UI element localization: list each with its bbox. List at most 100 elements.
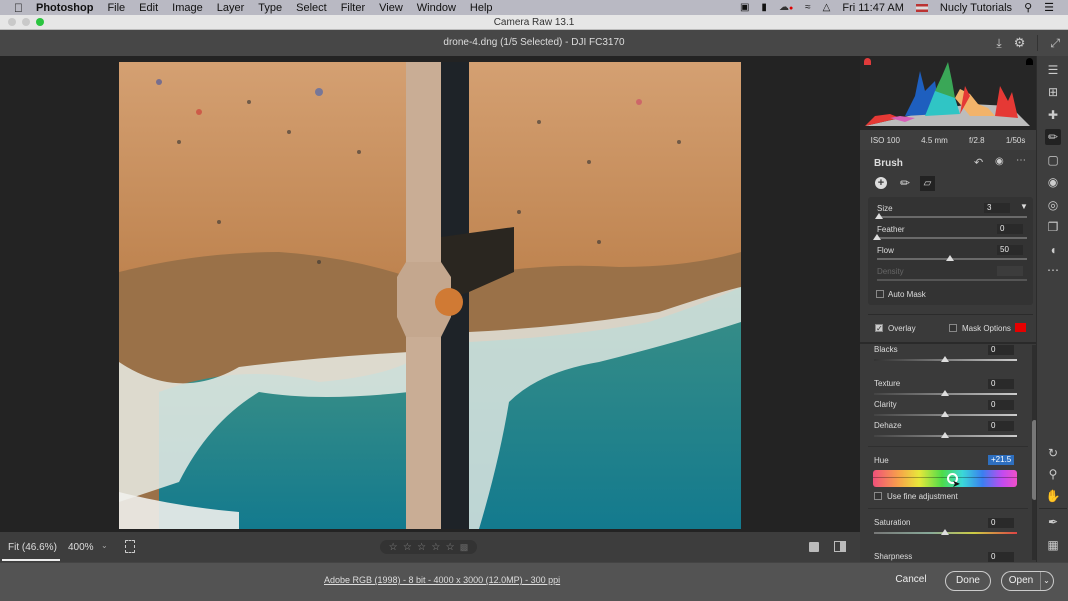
star-5-icon[interactable]: ☆ <box>446 542 455 553</box>
presets-icon[interactable]: ◖ <box>1045 242 1061 258</box>
window-title: Camera Raw 13.1 <box>493 17 575 28</box>
menu-type[interactable]: Type <box>258 2 282 14</box>
auto-mask-checkbox[interactable] <box>876 290 884 298</box>
crop-icon[interactable]: ⊞ <box>1045 84 1061 100</box>
zoom-icon[interactable]: ⚲ <box>1045 466 1061 482</box>
screen-record-icon[interactable]: ▣ <box>740 2 749 13</box>
menu-view[interactable]: View <box>379 2 403 14</box>
blacks-slider-thumb[interactable] <box>941 356 949 362</box>
feather-slider-thumb[interactable] <box>873 234 881 240</box>
eraser-mode-icon[interactable]: ▱ <box>920 176 935 191</box>
flag-icon[interactable] <box>915 3 928 12</box>
done-button[interactable]: Done <box>945 571 991 591</box>
snapshots-icon[interactable]: ❐ <box>1045 219 1061 235</box>
grid-icon[interactable]: ▦ <box>1045 537 1061 553</box>
wifi-icon[interactable]: ≈ <box>805 2 811 13</box>
fit-zoom-button[interactable]: Fit (46.6%) <box>8 542 57 553</box>
saturation-input[interactable]: 0 <box>988 518 1014 528</box>
texture-slider-thumb[interactable] <box>941 390 949 396</box>
minimize-window-button[interactable] <box>22 18 30 26</box>
overlay-checkbox[interactable]: ✓ <box>875 324 883 333</box>
rotate-icon[interactable]: ↻ <box>1045 445 1061 461</box>
hue-input[interactable]: +21.5 <box>988 455 1014 465</box>
saturation-slider-thumb[interactable] <box>941 529 949 535</box>
search-icon[interactable]: ⚲ <box>1024 1 1032 14</box>
add-brush-mode-icon[interactable]: + <box>875 177 887 189</box>
size-dropdown-icon[interactable]: ▼ <box>1020 202 1028 211</box>
zoom-400-button[interactable]: 400% <box>68 542 94 553</box>
menu-help[interactable]: Help <box>470 2 493 14</box>
menu-window[interactable]: Window <box>417 2 456 14</box>
flow-slider-thumb[interactable] <box>946 255 954 261</box>
menu-filter[interactable]: Filter <box>341 2 365 14</box>
image-canvas[interactable] <box>0 56 860 532</box>
user-name[interactable]: Nucly Tutorials <box>940 2 1012 14</box>
before-after-icon[interactable] <box>834 541 846 552</box>
list-icon[interactable]: ☰ <box>1044 1 1054 14</box>
fullscreen-icon[interactable]: ⤢ <box>1050 30 1060 56</box>
creative-cloud-icon[interactable]: ☁● <box>779 2 793 13</box>
brush-mode-icon[interactable]: ✏ <box>900 176 910 190</box>
feather-input[interactable]: 0 <box>997 224 1023 234</box>
clarity-input[interactable]: 0 <box>988 400 1014 410</box>
reset-icon[interactable]: ↶ <box>974 156 983 169</box>
star-4-icon[interactable]: ☆ <box>431 542 440 553</box>
star-1-icon[interactable]: ☆ <box>389 542 398 553</box>
open-options-button[interactable]: ⌄ <box>1040 571 1054 591</box>
photo-preview[interactable] <box>119 62 741 529</box>
menu-layer[interactable]: Layer <box>217 2 245 14</box>
heal-icon[interactable]: ✚ <box>1045 107 1061 123</box>
fine-adjustment-checkbox[interactable] <box>874 492 882 500</box>
menu-select[interactable]: Select <box>296 2 327 14</box>
mask-color-swatch[interactable] <box>1015 323 1026 332</box>
texture-input[interactable]: 0 <box>988 379 1014 389</box>
star-2-icon[interactable]: ☆ <box>403 542 412 553</box>
clock[interactable]: Fri 11:47 AM <box>842 2 904 14</box>
dialog-footer: Adobe RGB (1998) - 8 bit - 4000 x 3000 (… <box>0 562 1068 601</box>
size-slider[interactable] <box>877 216 1027 218</box>
menu-image[interactable]: Image <box>172 2 203 14</box>
menu-file[interactable]: File <box>107 2 125 14</box>
trash-icon[interactable]: ▩ <box>460 542 469 553</box>
hue-slider[interactable] <box>873 470 1017 487</box>
radial-filter-icon[interactable]: ◉ <box>1045 174 1061 190</box>
sharpness-input[interactable]: 0 <box>988 552 1014 562</box>
dehaze-input[interactable]: 0 <box>988 421 1014 431</box>
dehaze-slider-thumb[interactable] <box>941 432 949 438</box>
save-icon[interactable]: ⤓ <box>996 30 1001 56</box>
mask-options-checkbox[interactable] <box>949 324 957 332</box>
view-mode-icon[interactable] <box>809 542 819 552</box>
linear-gradient-icon[interactable]: ▢ <box>1045 152 1061 168</box>
settings-icon[interactable]: ⚙ <box>1014 30 1026 56</box>
edit-icon[interactable]: ☰ <box>1045 62 1061 78</box>
color-sampler-icon[interactable]: ✒ <box>1045 514 1061 530</box>
airplay-icon[interactable]: △ <box>823 2 831 13</box>
more-icon[interactable]: ⋯ <box>1016 155 1026 166</box>
menu-edit[interactable]: Edit <box>139 2 158 14</box>
brush-tool-icon[interactable]: ✏ <box>1045 129 1061 145</box>
flow-input[interactable]: 50 <box>997 245 1023 255</box>
visibility-icon[interactable]: ◉ <box>995 156 1004 167</box>
menu-app-name[interactable]: Photoshop <box>36 2 93 14</box>
red-eye-icon[interactable]: ◎ <box>1045 197 1061 213</box>
hand-icon[interactable]: ✋ <box>1045 488 1061 504</box>
tool-strip: ☰ ⊞ ✚ ✏ ▢ ◉ ◎ ❐ ◖ ⋯ ↻ ⚲ ✋ ✒ ▦ <box>1036 56 1068 562</box>
chevron-down-icon[interactable]: ⌄ <box>101 541 108 550</box>
more-tools-icon[interactable]: ⋯ <box>1045 262 1061 278</box>
open-button[interactable]: Open <box>1001 571 1041 591</box>
workflow-options-link[interactable]: Adobe RGB (1998) - 8 bit - 4000 x 3000 (… <box>324 575 560 585</box>
star-3-icon[interactable]: ☆ <box>417 542 426 553</box>
clarity-label: Clarity <box>874 400 897 409</box>
size-slider-thumb[interactable] <box>875 213 883 219</box>
histogram-graph <box>865 62 1030 126</box>
feather-slider[interactable] <box>877 237 1027 239</box>
clarity-slider-thumb[interactable] <box>941 411 949 417</box>
size-input[interactable]: 3 <box>984 203 1010 213</box>
zoom-window-button[interactable] <box>36 18 44 26</box>
apple-icon[interactable]:  <box>14 1 26 15</box>
cancel-button[interactable]: Cancel <box>888 571 934 591</box>
blacks-input[interactable]: 0 <box>988 345 1014 355</box>
close-window-button[interactable] <box>8 18 16 26</box>
battery-icon[interactable]: ▮ <box>761 2 767 13</box>
filmstrip-toggle-icon[interactable] <box>125 540 135 553</box>
